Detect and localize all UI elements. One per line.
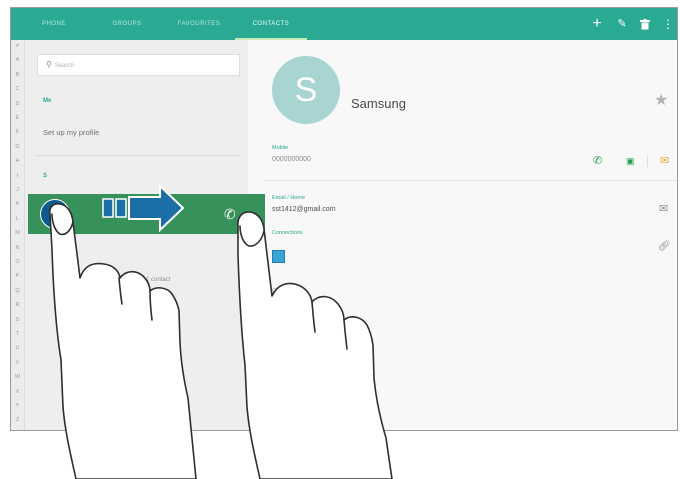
index-letter[interactable]: C <box>11 86 24 92</box>
tab-groups[interactable]: GROUPS <box>95 8 159 40</box>
index-letter[interactable]: W <box>11 374 24 380</box>
index-letter[interactable]: P <box>11 273 24 279</box>
index-letter[interactable]: I <box>11 173 24 179</box>
index-letter[interactable]: A <box>11 57 24 63</box>
index-letter[interactable]: O <box>11 259 24 265</box>
index-letter[interactable]: H <box>11 158 24 164</box>
email-label: Email / Home <box>272 195 306 201</box>
index-letter[interactable]: Z <box>11 417 24 423</box>
index-letter[interactable]: L <box>11 216 24 222</box>
index-letter[interactable]: J <box>11 187 24 193</box>
video-call-icon[interactable]: ▣ <box>626 154 635 168</box>
index-letter[interactable]: G <box>11 144 24 150</box>
me-section-header: Me <box>43 98 52 104</box>
contacts-count-status: Displaying 1 contact <box>116 277 171 283</box>
device-screen: PHONE GROUPS FAVOURITES CONTACTS + ✎ ⋮ #… <box>10 7 678 431</box>
email-icon[interactable]: ✉ <box>659 202 668 216</box>
call-icon: ✆ <box>224 206 236 222</box>
tab-favourites[interactable]: FAVOURITES <box>163 8 235 40</box>
s-section-header: S <box>43 173 48 179</box>
index-letter[interactable]: # <box>11 43 24 49</box>
connections-label: Connections <box>272 230 303 236</box>
swiped-contact-row[interactable]: ✆ <box>28 194 265 234</box>
index-letter[interactable]: R <box>11 302 24 308</box>
call-icon[interactable]: ✆ <box>593 154 602 168</box>
set-up-profile-item[interactable]: Set up my profile <box>43 128 99 137</box>
tab-phone[interactable]: PHONE <box>27 8 81 40</box>
tab-contacts[interactable]: CONTACTS <box>235 8 307 40</box>
link-icon[interactable]: 🔗︎ <box>658 240 671 254</box>
index-letter[interactable]: N <box>11 245 24 251</box>
divider <box>37 155 240 156</box>
divider <box>263 180 677 181</box>
phone-number[interactable]: 0000000000 <box>272 156 311 163</box>
index-letter[interactable]: V <box>11 360 24 366</box>
delete-icon[interactable] <box>636 14 654 34</box>
index-letter[interactable]: E <box>11 115 24 121</box>
contacts-list-panel: ⚲ Search Me Set up my profile S Displayin… <box>25 40 248 430</box>
index-letter[interactable]: B <box>11 72 24 78</box>
index-letter[interactable]: F <box>11 129 24 135</box>
index-letter[interactable]: X <box>11 389 24 395</box>
search-input[interactable]: ⚲ Search <box>37 54 240 76</box>
edit-icon[interactable]: ✎ <box>613 14 631 34</box>
search-icon: ⚲ <box>46 60 52 69</box>
index-letter[interactable]: M <box>11 230 24 236</box>
index-letter[interactable]: D <box>11 101 24 107</box>
add-icon[interactable]: + <box>588 14 606 34</box>
index-letter[interactable]: Y <box>11 403 24 409</box>
phone-label: Mobile <box>272 145 289 151</box>
contact-name: Samsung <box>351 96 406 111</box>
index-letter[interactable]: U <box>11 345 24 351</box>
index-letter[interactable]: S <box>11 317 24 323</box>
top-bar: PHONE GROUPS FAVOURITES CONTACTS + ✎ ⋮ <box>11 8 677 40</box>
index-letter[interactable]: T <box>11 331 24 337</box>
alphabet-index[interactable]: # A B C D E F G H I J K L M N O P Q R S T U V W X Y Z <box>11 40 25 430</box>
contact-avatar-small <box>40 199 70 229</box>
more-icon[interactable]: ⋮ <box>659 14 677 34</box>
connection-app-icon[interactable] <box>272 250 285 263</box>
message-icon[interactable]: ✉ <box>660 154 669 168</box>
email-address[interactable]: sst1412@gmail.com <box>272 206 336 213</box>
groups-label: Groups <box>272 288 291 294</box>
star-icon[interactable]: ★ <box>654 90 668 110</box>
index-letter[interactable]: K <box>11 201 24 207</box>
contact-avatar: S <box>272 56 340 124</box>
divider <box>647 155 648 167</box>
contact-detail-panel: S Samsung ★ Mobile 0000000000 ✆ ▣ ✉ Emai… <box>248 40 677 430</box>
index-letter[interactable]: Q <box>11 288 24 294</box>
search-placeholder: Search <box>54 63 74 69</box>
